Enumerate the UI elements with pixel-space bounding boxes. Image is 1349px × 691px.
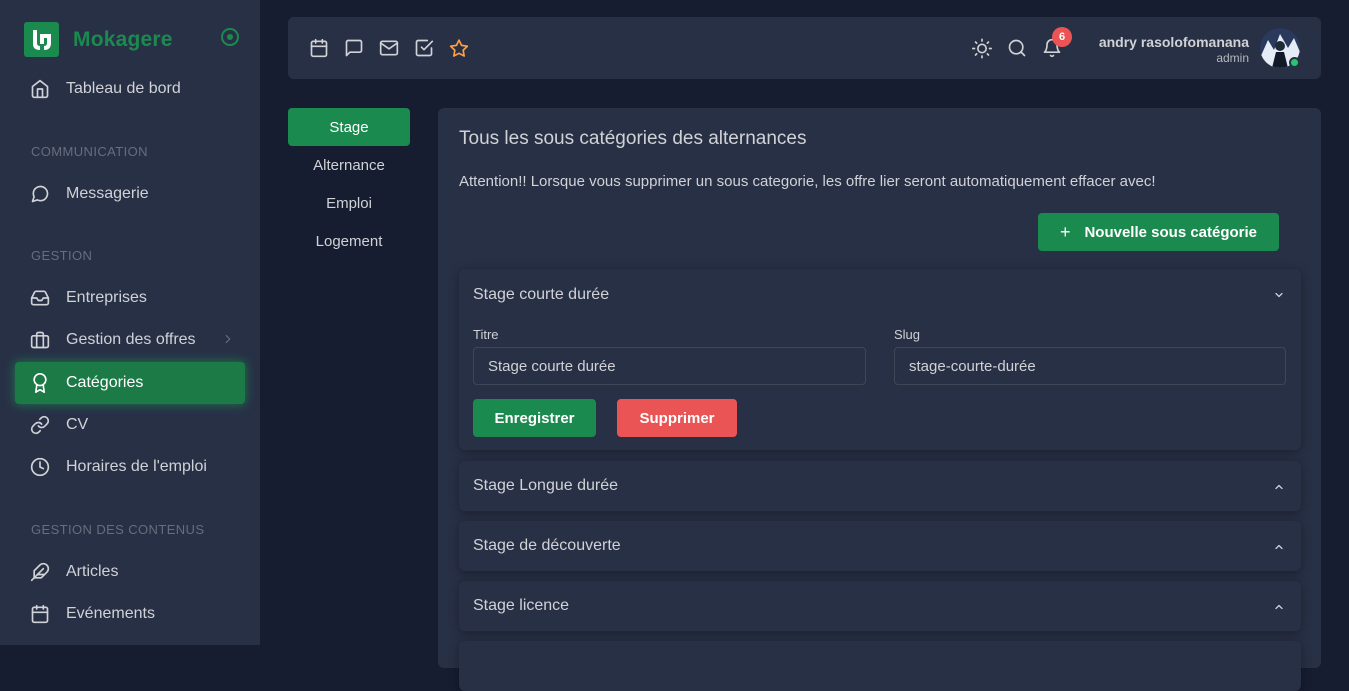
brand[interactable]: Mokagere — [24, 22, 173, 57]
online-status-dot — [1289, 57, 1300, 68]
calendar-icon — [30, 604, 50, 624]
sun-icon[interactable] — [972, 38, 992, 59]
briefcase-icon — [30, 330, 50, 350]
sidebar-item-label: Evénements — [66, 605, 155, 622]
brand-name: Mokagere — [73, 27, 173, 51]
feather-icon — [30, 562, 50, 582]
star-icon[interactable] — [449, 38, 469, 58]
warning-note: Attention!! Lorsque vous supprimer un so… — [459, 173, 1156, 190]
home-icon — [30, 79, 50, 99]
sidebar-item-horaires[interactable]: Horaires de l'emploi — [15, 446, 245, 488]
accordion-title[interactable]: Stage de découverte — [473, 537, 621, 555]
accordion-item[interactable]: Stage Longue durée — [459, 461, 1301, 511]
sidebar-item-label: Horaires de l'emploi — [66, 458, 207, 475]
sidebar-item-tableau-de-bord[interactable]: Tableau de bord — [15, 68, 245, 110]
chevron-right-icon — [221, 332, 235, 351]
sidebar-item-categories[interactable]: Catégories — [15, 362, 245, 404]
page-title: Tous les sous catégories des alternances — [459, 128, 807, 149]
sidebar-item-label: Messagerie — [66, 185, 149, 202]
nav-header-gestion: GESTION — [31, 248, 93, 263]
titre-label: Titre — [473, 327, 499, 342]
link-icon — [30, 415, 50, 435]
tab-logement[interactable]: Logement — [288, 222, 410, 260]
nav-header-gestion-des-contenus: GESTION DES CONTENUS — [31, 522, 205, 537]
sidebar-toggle-icon[interactable] — [221, 28, 239, 46]
sidebar-item-label: Catégories — [66, 374, 144, 391]
chevron-up-icon[interactable] — [1273, 541, 1285, 553]
chevron-up-icon[interactable] — [1273, 481, 1285, 493]
accordion-item[interactable]: Stage de découverte — [459, 521, 1301, 571]
sidebar-item-articles[interactable]: Articles — [15, 551, 245, 593]
notification-badge: 6 — [1052, 27, 1072, 47]
nav-header-communication: COMMUNICATION — [31, 144, 148, 159]
sidebar-item-evenements[interactable]: Evénements — [15, 593, 245, 635]
sidebar-item-entreprises[interactable]: Entreprises — [15, 277, 245, 319]
accordion-title[interactable]: Stage Longue durée — [473, 477, 618, 495]
accordion-item[interactable] — [459, 641, 1301, 691]
accordion-title[interactable]: Stage courte durée — [473, 286, 609, 304]
top-navbar: 6 andry rasolofomanana admin — [288, 17, 1321, 79]
accordion-title[interactable]: Stage licence — [473, 597, 569, 615]
sidebar-item-label: Tableau de bord — [66, 80, 181, 97]
user-name[interactable]: andry rasolofomanana — [1099, 34, 1249, 50]
accordion-item: Stage courte durée Titre Slug Enregistre… — [459, 269, 1301, 450]
tab-alternance[interactable]: Alternance — [288, 146, 410, 184]
award-icon — [30, 373, 50, 393]
message-circle-icon — [30, 184, 50, 204]
slug-input[interactable] — [894, 347, 1286, 385]
plus-icon: + — [1059, 221, 1071, 242]
sidebar-item-cv[interactable]: CV — [15, 404, 245, 446]
calendar-icon[interactable] — [309, 38, 329, 58]
user-role: admin — [1216, 51, 1249, 65]
add-subcategory-label: Nouvelle sous catégorie — [1084, 223, 1258, 241]
chat-icon[interactable] — [344, 38, 364, 58]
mail-icon[interactable] — [379, 38, 399, 58]
slug-label: Slug — [894, 327, 921, 342]
sidebar-item-label: Articles — [66, 563, 119, 580]
tab-emploi[interactable]: Emploi — [288, 184, 410, 222]
tab-stage[interactable]: Stage — [288, 108, 410, 146]
clock-icon — [30, 457, 50, 477]
sidebar: Mokagere Tableau de bord COMMUNICATION M… — [0, 0, 260, 645]
sidebar-item-label: Entreprises — [66, 289, 147, 306]
chevron-up-icon[interactable] — [1273, 601, 1285, 613]
save-button[interactable]: Enregistrer — [473, 399, 596, 437]
inbox-icon — [30, 288, 50, 308]
add-subcategory-button[interactable]: + Nouvelle sous catégorie — [1038, 213, 1279, 251]
check-square-icon[interactable] — [414, 38, 434, 58]
titre-input[interactable] — [473, 347, 866, 385]
main-card: Tous les sous catégories des alternances… — [438, 108, 1321, 691]
sidebar-item-gestion-des-offres[interactable]: Gestion des offres — [15, 319, 245, 361]
search-icon[interactable] — [1007, 38, 1027, 58]
sidebar-item-label: Gestion des offres — [66, 331, 196, 348]
accordion-item[interactable]: Stage licence — [459, 581, 1301, 631]
delete-button[interactable]: Supprimer — [617, 399, 737, 437]
brand-logo-icon — [24, 22, 59, 57]
sidebar-item-messagerie[interactable]: Messagerie — [15, 173, 245, 215]
sidebar-item-label: CV — [66, 416, 89, 433]
chevron-down-icon[interactable] — [1273, 289, 1285, 301]
